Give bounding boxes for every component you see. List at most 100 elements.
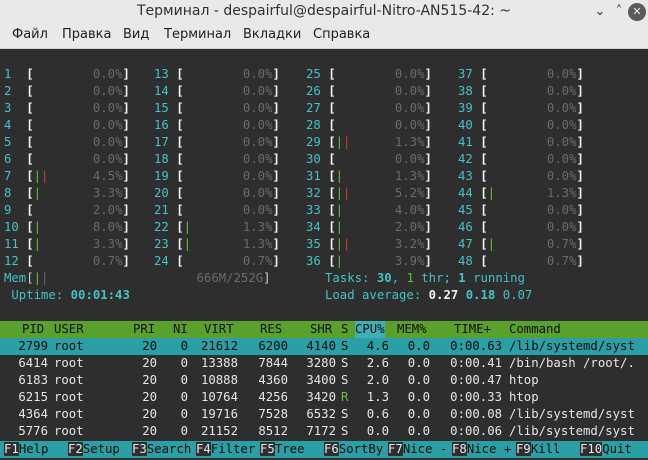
process-pid: 6414 (18, 356, 48, 370)
fkey-f7[interactable]: F7Nice - (388, 441, 447, 458)
menu-tabs[interactable]: Вкладки (243, 27, 301, 42)
cpu-meter-31: 31 [| 1.3%] (306, 169, 432, 183)
cpu-meter-39: 39 [ 0.0%] (458, 101, 584, 115)
process-virt: 19716 (200, 407, 238, 421)
cpu-meter-4: 4 [ 0.0%] (4, 118, 130, 132)
cpu-id: 35 (306, 237, 321, 251)
fkey-f1[interactable]: F1Help (4, 441, 63, 458)
process-res: 7844 (258, 356, 288, 370)
close-icon[interactable]: ✕ (628, 3, 646, 21)
fkey-f2[interactable]: F2Setup (68, 441, 127, 458)
cpu-meter-21: 21 [ 0.0%] (154, 203, 280, 217)
process-row[interactable]: 5776 root 20 0 21152 8512 7172 S 0.0 0.0 0:00.06/l… (0, 423, 648, 440)
fkey-f6[interactable]: F6SortBy (324, 441, 383, 458)
cpu-percent: 0.0% (92, 118, 123, 132)
cpu-percent: 0.0% (242, 186, 273, 200)
cpu-meter-3: 3 [ 0.0%] (4, 101, 130, 115)
cpu-percent: 0.0% (394, 118, 425, 132)
process-time: 0:00.33 (450, 390, 502, 404)
col-s[interactable]: S (341, 321, 348, 338)
col-shr[interactable]: SHR (310, 321, 332, 338)
process-user: root (54, 356, 84, 370)
cpu-meter-46: 46 [ 0.0%] (458, 220, 584, 234)
cpu-meter-40: 40 [ 0.0%] (458, 118, 584, 132)
col-pri[interactable]: PRI (133, 321, 155, 338)
process-mem: 0.0 (407, 424, 430, 438)
fkey-f9[interactable]: F9Kill (516, 441, 575, 458)
col-user[interactable]: USER (54, 321, 84, 338)
cpu-meter-14: 14 [ 0.0%] (154, 84, 280, 98)
process-row[interactable]: 6414 root 20 0 13388 7844 3280 S 2.6 0.0 0:00.41/b… (0, 355, 648, 372)
fkey-f3[interactable]: F3Search (132, 441, 191, 458)
col-time[interactable]: TIME+ (454, 321, 491, 338)
menu-view[interactable]: Вид (123, 27, 149, 42)
col-mem[interactable]: MEM% (397, 321, 427, 338)
cpu-id: 26 (306, 84, 321, 98)
cpu-meter-45: 45 [ 0.0%] (458, 203, 584, 217)
menu-help[interactable]: Справка (313, 27, 370, 42)
fkey-f10[interactable]: F10Quit (580, 441, 632, 458)
col-command[interactable]: Command (509, 321, 561, 338)
process-pid: 5776 (18, 424, 48, 438)
process-row[interactable]: 6183 root 20 0 10888 4360 3400 S 2.0 0.0 0:00.47 ht… (0, 372, 648, 389)
process-time: 0:00.47 (450, 373, 502, 387)
menu-file[interactable]: Файл (12, 27, 48, 42)
cpu-percent: 0.0% (92, 84, 123, 98)
cpu-percent: 0.0% (242, 67, 273, 81)
process-shr: 3280 (306, 356, 336, 370)
process-cmd: /lib/systemd/syst (509, 407, 635, 421)
fkey-f5[interactable]: F5Tree (260, 441, 319, 458)
cpu-percent: 3.3% (92, 237, 123, 251)
cpu-percent: 1.3% (242, 220, 273, 234)
menu-edit[interactable]: Правка (62, 27, 111, 42)
process-shr: 3420 (306, 390, 336, 404)
cpu-percent: 0.0% (394, 152, 425, 166)
process-table-header: PID USER PRI NI VIRT RES SHR S CPU% MEM%… (0, 321, 648, 338)
cpu-meter-10: 10 [| 8.0%] (4, 220, 130, 234)
title-bar[interactable]: Терминал - despairful@despairful-Nitro-A… (0, 0, 648, 24)
cpu-percent: 0.0% (546, 169, 577, 183)
process-virt: 10888 (200, 373, 238, 387)
cpu-id: 12 (4, 254, 19, 268)
cpu-id: 45 (458, 203, 473, 217)
cpu-percent: 0.0% (242, 118, 273, 132)
menu-terminal[interactable]: Терминал (164, 27, 231, 42)
cpu-id: 22 (154, 220, 169, 234)
process-cmd: /lib/systemd/syst (509, 339, 635, 353)
cpu-percent: 0.7% (546, 237, 577, 251)
process-s: S (341, 339, 349, 353)
fkey-f4[interactable]: F4Filter (196, 441, 255, 458)
fkey-f8[interactable]: F8Nice + (452, 441, 511, 458)
uptime-value: 00:01:43 (70, 288, 130, 302)
cpu-id: 14 (154, 84, 169, 98)
cpu-meter-12: 12 [ 0.7%] (4, 254, 130, 268)
process-ni: 0 (180, 390, 188, 404)
cpu-bar: | (335, 169, 344, 183)
process-s: S (341, 356, 349, 370)
terminal-area[interactable]: 1 [ 0.0%] 2 [ 0.0%] 3 [ 0.0%] 4 [ 0.0%] 5 [ … (0, 49, 648, 460)
col-ni[interactable]: NI (173, 321, 188, 338)
fkey-key: F3 (132, 442, 147, 456)
cpu-bar: | (33, 186, 42, 200)
col-pid[interactable]: PID (22, 321, 44, 338)
maximize-icon[interactable]: ˄ (609, 2, 629, 22)
cpu-percent: 1.3% (242, 237, 273, 251)
cpu-id: 40 (458, 118, 473, 132)
cpu-bar: | (33, 220, 42, 234)
col-virt[interactable]: VIRT (204, 321, 234, 338)
cpu-percent: 3.9% (394, 254, 425, 268)
cpu-id: 41 (458, 135, 473, 149)
process-time: 0:00.08 (450, 407, 502, 421)
process-row[interactable]: 4364 root 20 0 19716 7528 6532 S 0.6 0.0 0:00.08/l… (0, 406, 648, 423)
cpu-meter-9: 9 [ 2.0%] (4, 203, 130, 217)
process-row[interactable]: 2799 root 20 0 21612 6200 4140 S 4.6 0.0 0:00.63/l… (0, 338, 648, 355)
col-res[interactable]: RES (260, 321, 282, 338)
col-cpu[interactable]: CPU% (355, 321, 385, 338)
cpu-meter-27: 27 [ 0.0%] (306, 101, 432, 115)
cpu-meter-41: 41 [ 0.0%] (458, 135, 584, 149)
cpu-meter-28: 28 [ 0.0%] (306, 118, 432, 132)
tasks-line: Tasks: 30, 1 thr; 1 running (325, 271, 525, 285)
minimize-icon[interactable]: ⌄ (590, 2, 610, 22)
cpu-meter-32: 32 [|| 5.2%] (306, 186, 432, 200)
process-row[interactable]: 6215 root 20 0 10764 4256 3420 R 1.3 0.0 0:00.33 ht… (0, 389, 648, 406)
